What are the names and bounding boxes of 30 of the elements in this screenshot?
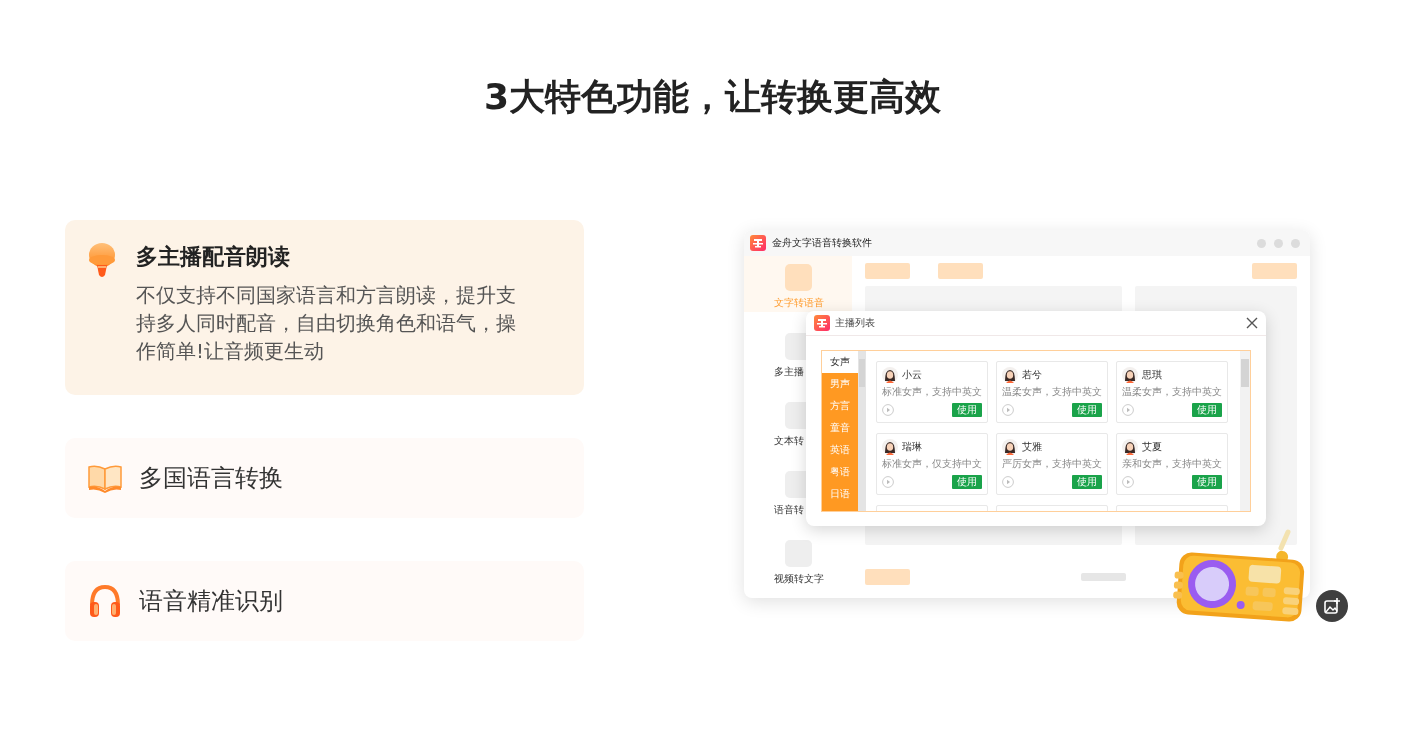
voice-card[interactable]: 若兮 温柔女声，支持中英文 使用	[996, 361, 1108, 423]
voice-card[interactable]: 小云 标准女声，支持中英文 使用	[876, 361, 988, 423]
feature-title: 多国语言转换	[139, 463, 283, 494]
feature-card[interactable]: 多国语言转换	[65, 438, 584, 518]
feature-title: 多主播配音朗读	[136, 243, 291, 271]
window-title: 金舟文字语音转换软件	[772, 236, 872, 250]
voice-name: 艾雅	[1022, 440, 1042, 454]
sidebar-item[interactable]: 视频转文字	[744, 532, 852, 588]
voice-name: 艾夏	[1142, 440, 1162, 454]
voice-description: 标准女声，支持中英文	[882, 385, 982, 398]
section-heading: 3大特色功能，让转换更高效	[482, 75, 943, 119]
category-tab[interactable]: 女声	[822, 351, 858, 373]
feature-card[interactable]: 多主播配音朗读 不仅支持不同国家语言和方言朗读，提升支持多人同时配音，自由切换角色和语气，操作简单!让音频更生动	[65, 220, 584, 395]
feature-title: 语音精准识别	[139, 586, 283, 617]
voice-card[interactable]: 艾雅 严厉女声，支持中英文 使用	[996, 433, 1108, 495]
voice-name: 小云	[902, 368, 922, 382]
voice-description: 亲和女声，支持中英文	[1122, 457, 1222, 470]
dialog-title: 主播列表	[835, 316, 875, 330]
voice-name: 若兮	[1022, 368, 1042, 382]
voice-name: 瑞琳	[902, 440, 922, 454]
feature-description: 不仅支持不同国家语言和方言朗读，提升支持多人同时配音，自由切换角色和语气，操作简单!让音频更生动	[136, 282, 517, 365]
voice-card[interactable]: 瑞琳 标准女声，仅支持中文 使用	[876, 433, 988, 495]
voice-description: 标准女声，仅支持中文	[882, 457, 982, 470]
voice-description: 温柔女声，支持中英文	[1002, 385, 1102, 398]
voice-name: 思琪	[1142, 368, 1162, 382]
voice-description: 温柔女声，支持中英文	[1122, 385, 1222, 398]
voice-card[interactable]: 思琪 温柔女声，支持中英文 使用	[1116, 361, 1228, 423]
voice-description: 严厉女声，支持中英文	[1002, 457, 1102, 470]
voice-card[interactable]: 艾夏 亲和女声，支持中英文 使用	[1116, 433, 1228, 495]
feature-card[interactable]: 语音精准识别	[65, 561, 584, 641]
